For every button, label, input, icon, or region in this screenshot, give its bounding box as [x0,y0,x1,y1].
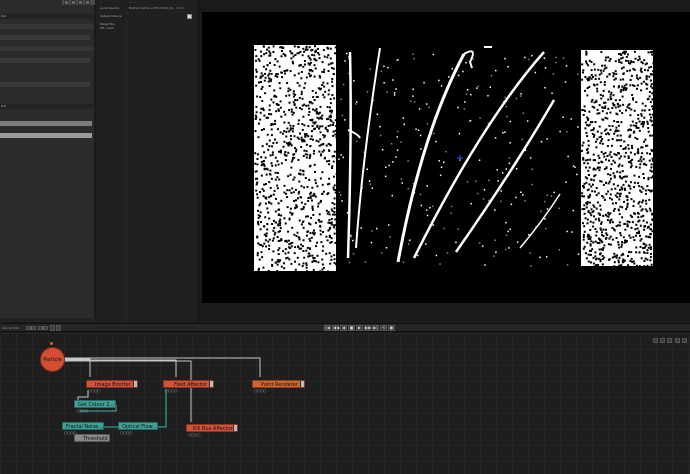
image-emitter-node[interactable]: Image Emitter ○○○○ [86,380,138,393]
property-slider[interactable] [0,121,92,126]
get-colour-node[interactable]: Get Colour 2... ○○○○ [74,400,116,413]
info-label: ... [100,0,103,4]
node-title: Threshold [83,436,108,442]
streak-1 [355,47,381,249]
column-divider [126,12,127,322]
optical-flow-node[interactable]: Optical Flow... ○○○○ [118,422,158,435]
streak-5 [519,193,561,249]
viewport-canvas[interactable] [202,12,690,303]
field-affector-node[interactable]: Field Affector ○○○○ [163,380,214,393]
property-row[interactable] [0,24,94,29]
node-ports[interactable]: ○○○○ [120,431,132,435]
streak-4 [454,99,556,253]
info-value: NVIDIA GeForce RTX 3090 (0) - 1.5.0 [129,6,184,10]
particle-node-label: Particle [43,357,62,363]
graph-zoom-icon[interactable] [652,338,658,343]
node-ports[interactable]: ○○○○ [88,389,100,393]
property-label: 0.0 [1,14,6,18]
streak-3 [412,51,545,259]
frame-start-field[interactable]: 0 [26,326,36,330]
fractal-noise-node[interactable]: Fractal Noise... ○○○○ [62,422,104,435]
go-start-icon[interactable]: |◀ [324,325,331,331]
node-options-icon[interactable] [133,381,137,387]
wire-particle-emitter [64,358,91,377]
go-end-icon[interactable]: ▶| [372,325,379,331]
render-viewport[interactable] [200,0,690,322]
graph-toolbar [652,338,687,344]
point-renderer-node[interactable]: Point Renderer ○○○○ [252,380,305,393]
loop-icon[interactable] [50,325,55,331]
wire-particle-field [64,359,177,377]
node-ports[interactable]: ○○○○ [76,409,88,413]
output-device-checkbox[interactable] [187,14,192,19]
device-info-panel: ... ... ... Local Device NVIDIA GeForce … [96,0,199,322]
info-label: Local Device [100,6,119,10]
node-options-icon[interactable] [209,381,213,387]
particle-render [254,45,655,273]
cursor-crosshair [457,155,463,161]
graph-fit-icon[interactable] [660,338,666,343]
node-graph[interactable]: Particle Image Emitter ○○○○ Field Affect… [0,333,690,474]
graph-settings-icon[interactable] [674,338,680,343]
toolbar-button-1[interactable] [64,0,69,5]
fast-forward-icon[interactable]: ▶▶ [364,325,371,331]
wire-flow-field [158,389,167,428]
rewind-icon[interactable]: ◀◀ [332,325,339,331]
play-icon[interactable]: ▶ [356,325,363,331]
loop-playback-icon[interactable]: ⟲ [380,325,387,331]
property-value: 0.0 [1,104,6,108]
frame-end-field[interactable]: 0 [38,326,48,330]
toolbar-button-4[interactable] [85,0,90,5]
record-button-icon[interactable]: ● [388,325,395,331]
properties-panel: 0.0 0.0 [0,0,95,322]
property-row[interactable]: 0.0 [0,104,94,109]
node-ports[interactable]: ○○○○ [165,389,177,393]
timeline-bar: mix 1n 000 0 0 |◀ ◀◀ ◀ ■ ▶ ▶▶ ▶| ⟲ ● [0,323,690,332]
property-slider[interactable] [0,35,90,40]
viewport-topbar [200,0,690,12]
node-options-icon[interactable] [300,381,304,387]
property-slider[interactable] [0,133,92,138]
threshold-node[interactable]: Threshold [74,434,110,442]
step-back-icon[interactable]: ◀ [340,325,347,331]
kill-box-affector-node[interactable]: Kill Box Affector ○○○○ [186,424,238,437]
toolbar-button-3[interactable] [78,0,83,5]
stop-icon[interactable]: ■ [348,325,355,331]
particle-node[interactable]: Particle [40,347,65,372]
properties-toolbar [62,0,95,5]
record-icon[interactable] [56,325,61,331]
graph-menu-icon[interactable] [682,338,687,343]
streak-2 [396,53,466,263]
node-ports[interactable]: ○○○○ [254,389,266,393]
node-ports[interactable]: ○○○○ [188,433,200,437]
node-options-icon[interactable] [233,425,237,431]
info-label: Output Device [100,14,122,18]
property-slider[interactable] [0,58,90,63]
property-slider[interactable] [0,82,90,87]
wire-emitter-colour [77,390,89,400]
node-pin[interactable] [50,342,53,345]
info-label: Tot. vram [100,26,115,30]
timecode-label: mix 1n 000 [2,326,19,330]
properties-footer [0,318,95,322]
property-row[interactable]: 0.0 [0,14,94,19]
streak-hook [463,50,474,69]
property-row[interactable] [0,46,94,51]
stroke-edge [346,51,352,259]
toolbar-button-2[interactable] [71,0,76,5]
info-value: ... ... [129,0,136,4]
graph-grid-icon[interactable] [667,338,673,343]
